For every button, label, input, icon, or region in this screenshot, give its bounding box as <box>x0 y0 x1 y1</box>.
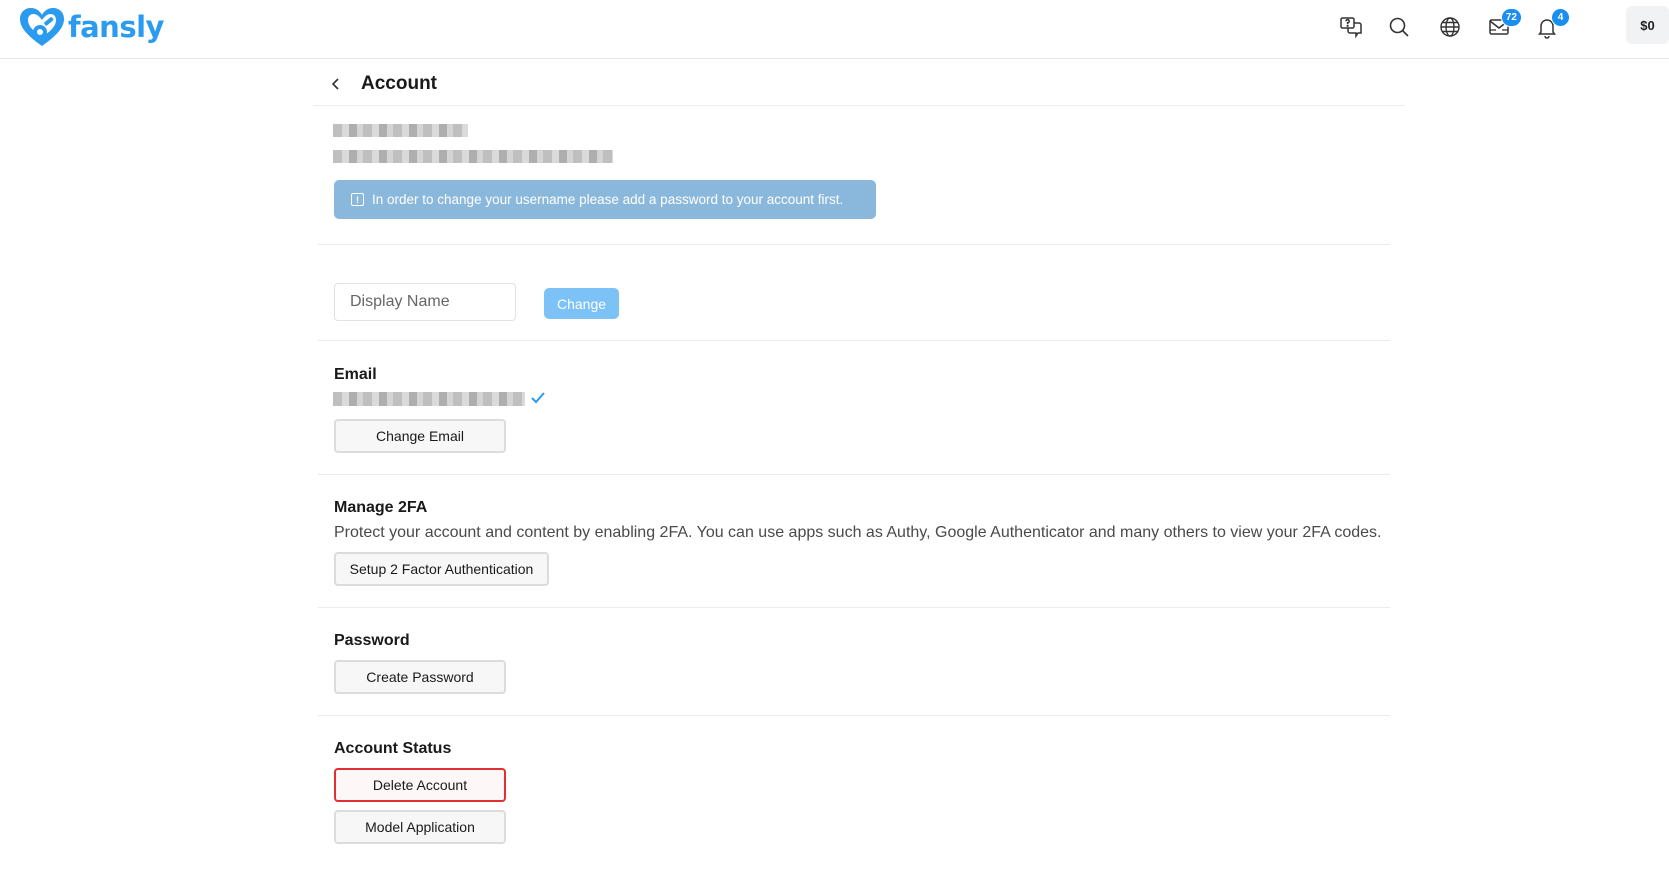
alert-text: In order to change your username please … <box>372 192 844 207</box>
notifications-icon[interactable]: 4 <box>1532 8 1570 42</box>
notifications-count-badge: 4 <box>1551 8 1570 27</box>
redacted-username <box>333 150 613 163</box>
change-email-button[interactable]: Change Email <box>334 419 506 453</box>
heart-key-logo-icon <box>20 8 64 46</box>
password-section-label: Password <box>334 632 410 649</box>
twofa-section-label: Manage 2FA <box>334 499 428 516</box>
display-name-input[interactable] <box>334 283 516 321</box>
verified-check-icon <box>531 392 545 404</box>
change-display-name-button[interactable]: Change <box>544 288 619 319</box>
delete-account-button[interactable]: Delete Account <box>334 768 506 802</box>
page-title: Account <box>361 73 437 94</box>
messages-count-badge: 72 <box>1500 8 1522 27</box>
section-divider <box>318 340 1390 341</box>
section-divider <box>318 474 1390 475</box>
brand-name: fansly <box>68 10 164 44</box>
brand-logo[interactable]: fansly <box>18 6 164 48</box>
twofa-description: Protect your account and content by enab… <box>334 524 1382 541</box>
support-chat-icon[interactable] <box>1336 12 1366 42</box>
account-status-section-label: Account Status <box>334 740 452 757</box>
redacted-display-name <box>333 124 468 137</box>
section-divider <box>318 607 1390 608</box>
model-application-button[interactable]: Model Application <box>334 810 506 844</box>
top-navigation-bar: fansly 72 4 $0 <box>0 0 1669 59</box>
messages-icon[interactable]: 72 <box>1484 8 1522 42</box>
page-header: Account <box>313 63 1405 106</box>
email-section-label: Email <box>334 366 377 383</box>
wallet-balance-button[interactable]: $0 <box>1626 6 1669 44</box>
create-password-button[interactable]: Create Password <box>334 660 506 694</box>
username-info-alert: ! In order to change your username pleas… <box>334 180 876 219</box>
section-divider <box>318 715 1390 716</box>
info-icon: ! <box>351 193 364 206</box>
redacted-email <box>333 392 525 406</box>
back-arrow-icon[interactable] <box>321 69 351 99</box>
search-icon[interactable] <box>1384 12 1414 42</box>
section-divider <box>318 244 1390 245</box>
setup-2fa-button[interactable]: Setup 2 Factor Authentication <box>334 552 549 586</box>
globe-icon[interactable] <box>1435 12 1465 42</box>
